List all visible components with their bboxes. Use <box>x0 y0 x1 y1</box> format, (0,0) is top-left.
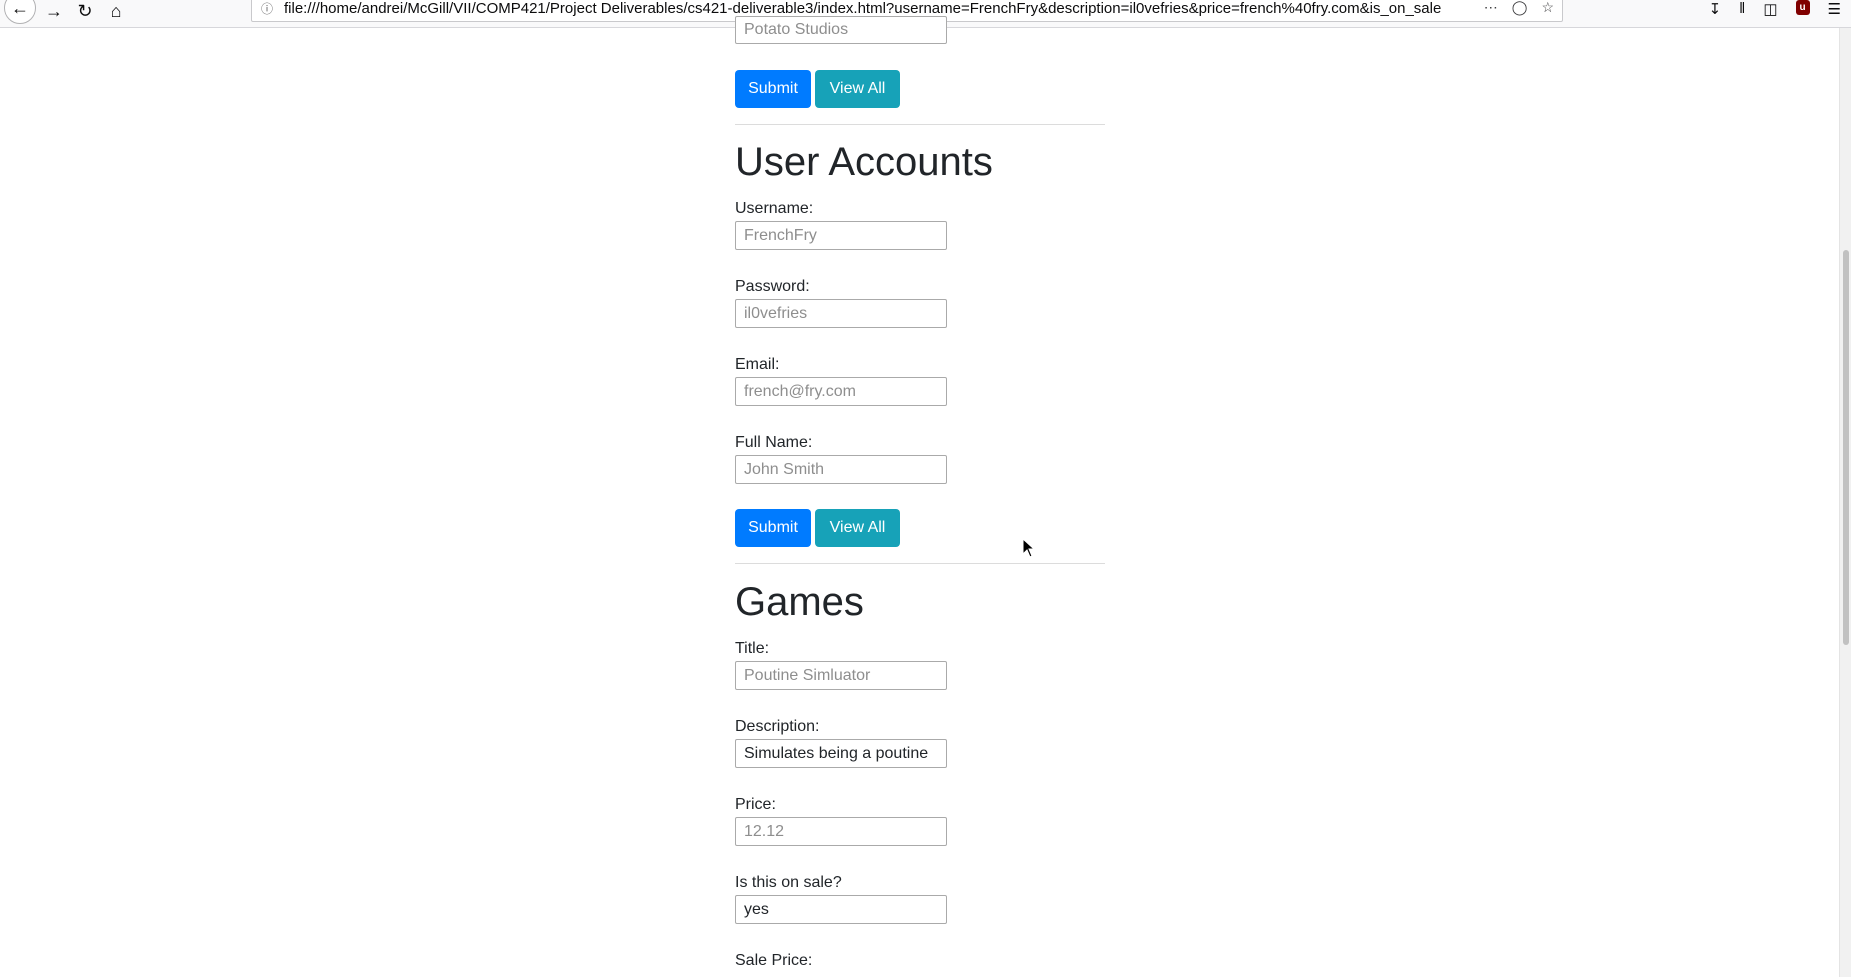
back-arrow-icon[interactable]: ← <box>4 0 36 24</box>
on-sale-input[interactable] <box>735 895 947 924</box>
price-label: Price: <box>735 796 776 813</box>
on-sale-label: Is this on sale? <box>735 874 842 891</box>
star-icon[interactable]: ☆ <box>1541 0 1554 16</box>
download-icon[interactable]: ↧ <box>1709 0 1722 18</box>
reload-icon[interactable]: ↻ <box>71 0 99 22</box>
mouse-cursor-icon <box>1022 538 1036 558</box>
game-title-label: Title: <box>735 640 770 657</box>
price-input[interactable] <box>735 817 947 846</box>
password-label: Password: <box>735 278 810 295</box>
description-label: Description: <box>735 718 820 735</box>
email-label: Email: <box>735 356 780 373</box>
user-accounts-title: User Accounts <box>735 140 993 184</box>
description-input[interactable] <box>735 739 947 768</box>
page-scrollbar[interactable] <box>1839 28 1851 977</box>
publisher-submit-button[interactable]: Submit <box>735 70 811 108</box>
user-view-all-button[interactable]: View All <box>815 509 900 547</box>
home-icon[interactable]: ⌂ <box>102 0 130 22</box>
info-icon[interactable]: ⓘ <box>261 0 275 16</box>
section-divider <box>735 124 1105 125</box>
username-label: Username: <box>735 200 814 217</box>
hamburger-menu-icon[interactable]: ☰ <box>1828 0 1841 18</box>
full-name-input[interactable] <box>735 455 947 484</box>
password-input[interactable] <box>735 299 947 328</box>
email-input[interactable] <box>735 377 947 406</box>
game-title-input[interactable] <box>735 661 947 690</box>
forward-arrow-icon[interactable]: → <box>40 0 68 22</box>
user-submit-button[interactable]: Submit <box>735 509 811 547</box>
publisher-input[interactable] <box>735 16 947 44</box>
pocket-icon[interactable]: ◯ <box>1512 0 1528 16</box>
scrollbar-thumb[interactable] <box>1843 250 1849 645</box>
section-divider <box>735 563 1105 564</box>
sale-price-label: Sale Price: <box>735 952 813 969</box>
full-name-label: Full Name: <box>735 434 813 451</box>
ublock-icon[interactable]: u <box>1795 0 1810 15</box>
sidebar-icon[interactable]: ◫ <box>1763 0 1777 18</box>
url-text[interactable]: file:///home/andrei/McGill/VII/COMP421/P… <box>284 0 1484 17</box>
library-icon[interactable]: ‖ <box>1739 0 1745 18</box>
more-icon[interactable]: ⋯ <box>1484 0 1498 16</box>
games-title: Games <box>735 580 864 624</box>
username-input[interactable] <box>735 221 947 250</box>
publisher-view-all-button[interactable]: View All <box>815 70 900 108</box>
